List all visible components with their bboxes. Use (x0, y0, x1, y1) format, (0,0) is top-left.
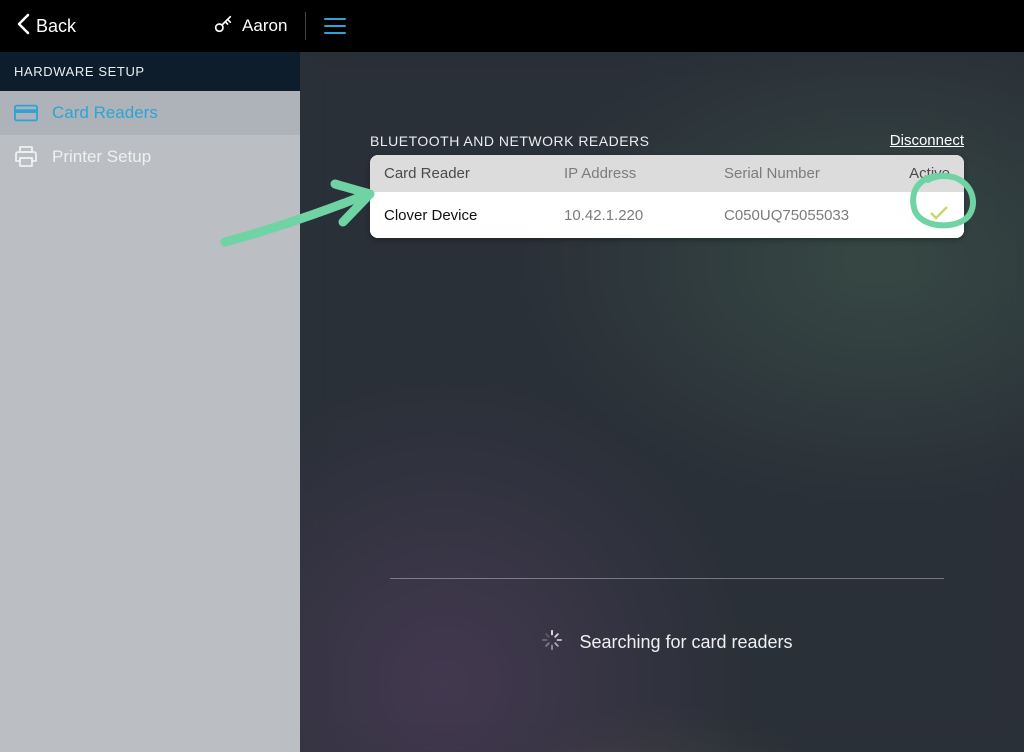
check-icon (928, 209, 950, 226)
sidebar-item-card-readers[interactable]: Card Readers (0, 91, 300, 135)
sidebar-item-printer-setup[interactable]: Printer Setup (0, 135, 300, 179)
cell-reader-active (890, 204, 950, 226)
column-header-active: Active (890, 165, 950, 182)
table-header: Card Reader IP Address Serial Number Act… (370, 155, 964, 192)
sidebar: HARDWARE SETUP Card Readers Printer Setu… (0, 52, 300, 752)
app-frame: Back Aaron HARDWARE SETUP Card Readers P… (0, 0, 1024, 752)
spinner-icon (541, 629, 563, 656)
key-icon (212, 13, 234, 40)
divider (305, 12, 306, 40)
cell-reader-name: Clover Device (384, 207, 564, 224)
sidebar-heading: HARDWARE SETUP (0, 52, 300, 91)
readers-table: Card Reader IP Address Serial Number Act… (370, 155, 964, 238)
section-header: BLUETOOTH AND NETWORK READERS Disconnect (370, 132, 964, 149)
card-reader-icon (14, 103, 38, 123)
searching-status: Searching for card readers (370, 629, 964, 656)
column-header-serial: Serial Number (724, 165, 890, 182)
sidebar-item-label: Printer Setup (52, 147, 151, 167)
back-button[interactable]: Back (0, 0, 92, 52)
disconnect-link[interactable]: Disconnect (890, 132, 964, 149)
column-header-name: Card Reader (384, 165, 564, 182)
table-row[interactable]: Clover Device 10.42.1.220 C050UQ75055033 (370, 192, 964, 238)
section-title: BLUETOOTH AND NETWORK READERS (370, 133, 650, 149)
username-label: Aaron (242, 16, 287, 36)
cell-reader-serial: C050UQ75055033 (724, 207, 890, 224)
main-panel: BLUETOOTH AND NETWORK READERS Disconnect… (300, 52, 1024, 752)
top-bar: Back Aaron (0, 0, 1024, 52)
back-label: Back (36, 16, 76, 37)
user-indicator[interactable]: Aaron (212, 13, 287, 40)
sidebar-item-label: Card Readers (52, 103, 158, 123)
printer-icon (14, 147, 38, 167)
cell-reader-ip: 10.42.1.220 (564, 207, 724, 224)
column-header-ip: IP Address (564, 165, 724, 182)
chevron-left-icon (16, 13, 30, 40)
menu-button[interactable] (324, 18, 346, 34)
divider (390, 578, 944, 579)
searching-label: Searching for card readers (579, 632, 792, 653)
